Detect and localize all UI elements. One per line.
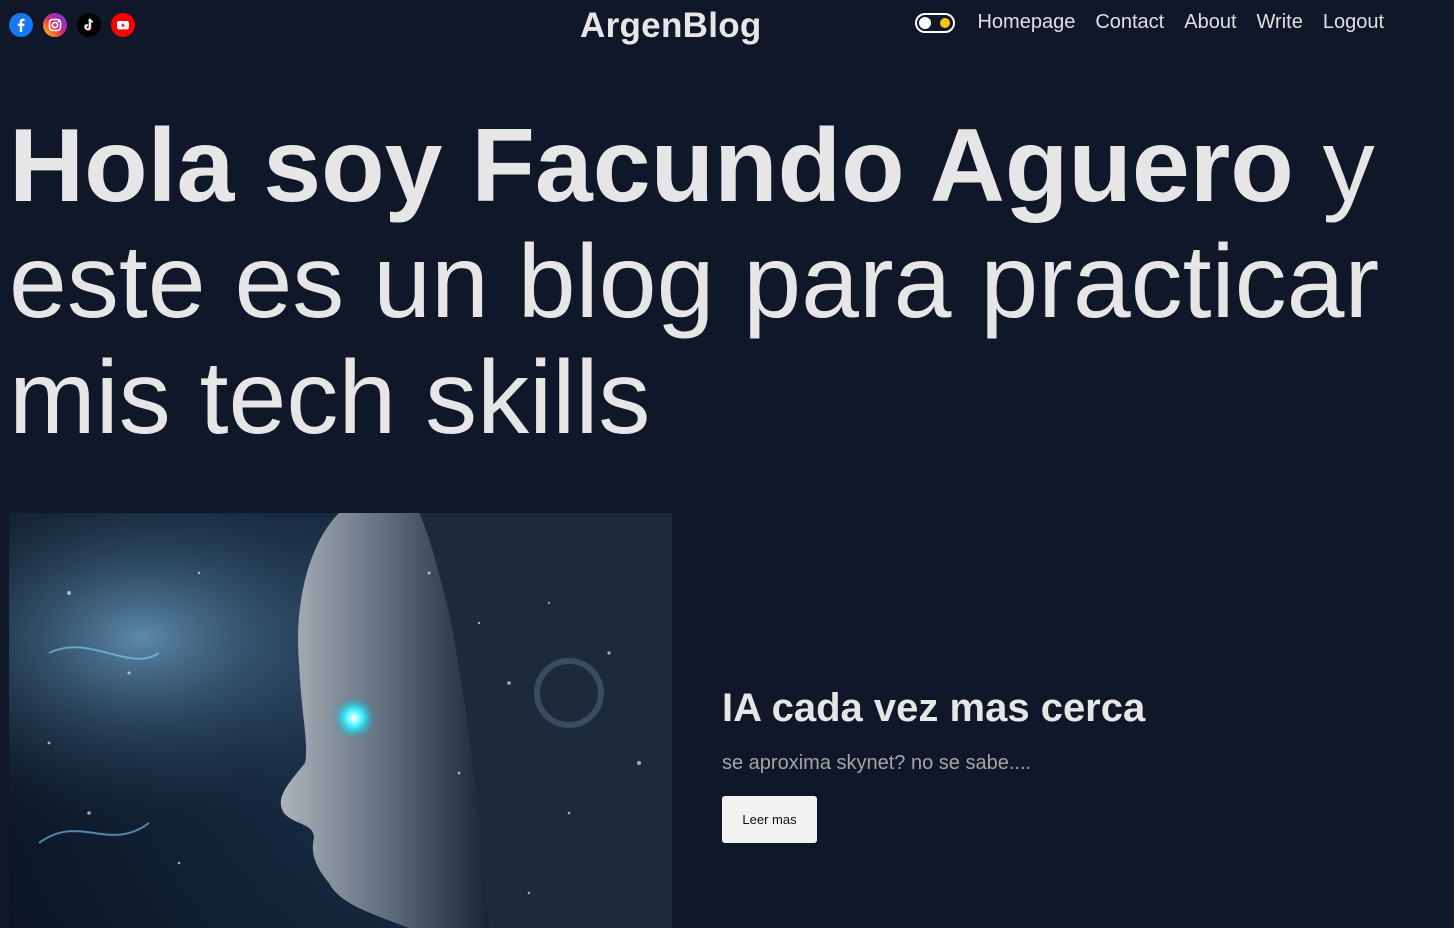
toggle-knob <box>919 16 932 29</box>
nav-homepage[interactable]: Homepage <box>977 11 1075 34</box>
post-image <box>9 513 672 928</box>
youtube-icon[interactable] <box>111 13 135 37</box>
sun-icon <box>940 17 951 28</box>
tiktok-icon[interactable] <box>77 13 101 37</box>
nav-contact[interactable]: Contact <box>1095 11 1164 34</box>
instagram-icon[interactable] <box>43 13 67 37</box>
post-description: se aproxima skynet? no se sabe.... <box>722 752 1032 774</box>
facebook-icon[interactable] <box>9 13 33 37</box>
navbar: ArgenBlog Homepage Contact About Write L… <box>0 0 1454 50</box>
site-logo[interactable]: ArgenBlog <box>580 6 762 46</box>
post-title[interactable]: IA cada vez mas cerca <box>722 686 1145 731</box>
hero-heading: Hola soy Facundo Aguero y este es un blo… <box>9 108 1429 456</box>
nav-write[interactable]: Write <box>1257 11 1303 34</box>
read-more-button[interactable]: Leer mas <box>722 796 817 843</box>
nav-links: Homepage Contact About Write Logout <box>915 11 1384 34</box>
theme-toggle[interactable] <box>915 12 956 33</box>
social-links <box>9 13 135 37</box>
nav-about[interactable]: About <box>1184 11 1236 34</box>
nav-logout[interactable]: Logout <box>1323 11 1384 34</box>
hero-name: Hola soy Facundo Aguero <box>9 108 1294 224</box>
